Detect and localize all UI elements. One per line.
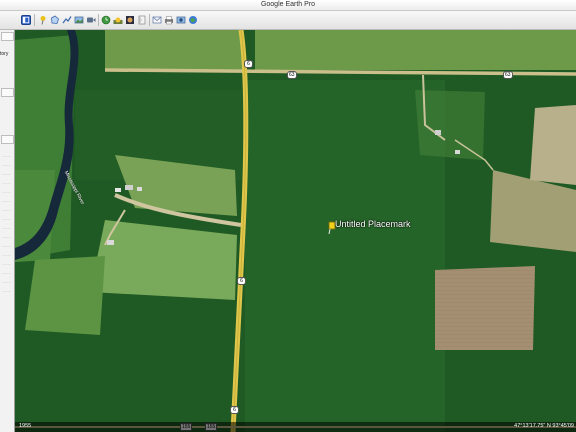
record-tour-button[interactable] (86, 15, 96, 25)
window-title: Google Earth Pro (260, 1, 316, 8)
road-shield-63: 63 (503, 71, 513, 79)
save-image-button[interactable] (176, 15, 186, 25)
coordinates-readout: 47°13'17.75" N 93°45'09 (514, 423, 574, 429)
toolbar (0, 11, 576, 30)
add-placemark-button[interactable] (38, 15, 48, 25)
sunlight-button[interactable] (113, 15, 123, 25)
polygon-icon (51, 15, 59, 24)
pushpin-icon (40, 16, 46, 25)
planet-icon (126, 16, 134, 24)
add-polygon-button[interactable] (50, 15, 60, 25)
imagery-date: 1955 (19, 423, 32, 429)
ruler-icon (138, 15, 146, 25)
save-image-icon (176, 16, 186, 24)
ruler-button[interactable] (137, 15, 147, 25)
road-shield-6: 6 (244, 60, 253, 68)
maps-icon (189, 16, 197, 24)
email-button[interactable] (152, 15, 162, 25)
title-bar: Google Earth Pro (0, 0, 576, 11)
add-image-overlay-button[interactable] (74, 15, 84, 25)
road-shield-63: 63 (287, 71, 297, 79)
toolbar-separator (34, 14, 35, 26)
hide-sidebar-button[interactable] (21, 15, 31, 25)
map-view[interactable]: 6 63 63 6 6 155 155 Mississippi River Un… (15, 30, 576, 432)
side-panel-button[interactable] (1, 135, 14, 144)
side-panel-list (2, 148, 11, 298)
record-tour-icon (87, 17, 96, 23)
image-overlay-icon (74, 16, 84, 24)
clock-icon (101, 15, 111, 25)
sun-icon (113, 17, 123, 24)
email-icon (152, 16, 162, 24)
side-panel: tory (0, 30, 15, 432)
satellite-imagery (15, 30, 576, 432)
history-label[interactable]: tory (0, 51, 8, 57)
toolbar-separator (149, 14, 150, 26)
google-maps-button[interactable] (188, 15, 198, 25)
placemark-label[interactable]: Untitled Placemark (335, 219, 411, 229)
path-icon (62, 16, 72, 24)
sidebar-icon (22, 16, 30, 24)
side-panel-search-field[interactable] (1, 32, 14, 41)
print-icon (165, 16, 173, 25)
add-path-button[interactable] (62, 15, 72, 25)
planets-button[interactable] (125, 15, 135, 25)
historical-imagery-button[interactable] (101, 15, 111, 25)
road-shield-6: 6 (237, 277, 246, 285)
road-shield-6: 6 (230, 406, 239, 414)
side-panel-button[interactable] (1, 88, 14, 97)
print-button[interactable] (164, 15, 174, 25)
toolbar-separator (98, 14, 99, 26)
status-bar: 1955 47°13'17.75" N 93°45'09 (15, 422, 576, 432)
